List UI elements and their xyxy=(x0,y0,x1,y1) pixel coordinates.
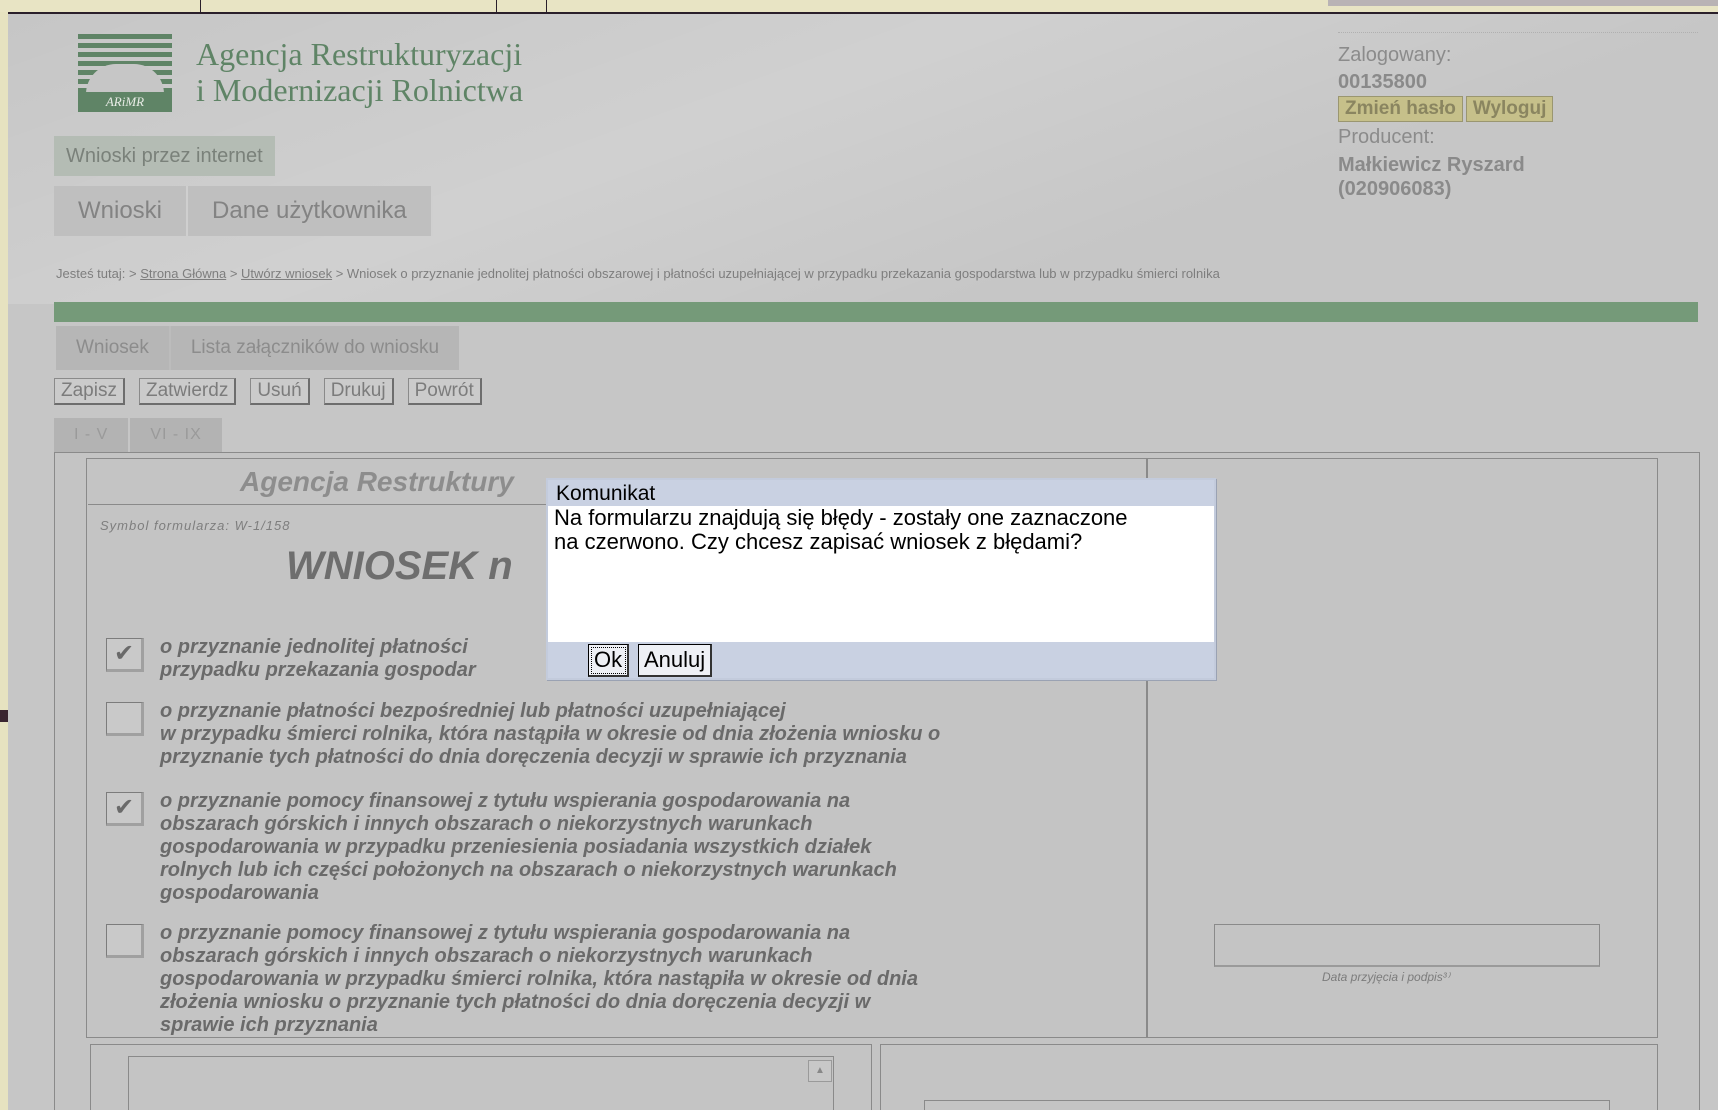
signature-label: Data przyjęcia i podpis³⁾ xyxy=(1322,970,1450,984)
ok-button[interactable]: Ok xyxy=(588,644,630,677)
strip-segment xyxy=(0,0,201,12)
option-2-text: o przyznanie płatności bezpośredniej lub… xyxy=(160,700,941,768)
left-edge-mark xyxy=(0,710,8,722)
divider xyxy=(1338,32,1698,33)
tab-pages-1-5[interactable]: I - V xyxy=(54,418,131,452)
left-edge xyxy=(0,12,8,1110)
agency-name: Agencja Restrukturyzacji i Modernizacji … xyxy=(196,36,523,108)
toolbar: Zapisz Zatwierdz Usuń Drukuj Powrót xyxy=(54,378,496,405)
approve-button[interactable]: Zatwierdz xyxy=(138,378,237,405)
signature-field[interactable] xyxy=(1214,924,1600,967)
option-4-text: o przyznanie pomocy finansowej z tytułu … xyxy=(160,922,918,1036)
option-3-text: o przyznanie pomocy finansowej z tytułu … xyxy=(160,790,897,904)
strip-segment xyxy=(496,0,547,12)
green-bar xyxy=(54,302,1698,322)
change-password-button[interactable]: Zmień hasło xyxy=(1338,96,1463,122)
producer-label: Producent: xyxy=(1338,126,1435,148)
wnioski-przez-internet-link[interactable]: Wnioski przez internet xyxy=(54,136,275,176)
tab-wniosek[interactable]: Wniosek xyxy=(56,326,169,370)
cancel-button[interactable]: Anuluj xyxy=(638,644,713,677)
breadcrumb: Jesteś tutaj: > Strona Główna > Utwórz w… xyxy=(56,266,1220,281)
strip-segment xyxy=(200,0,497,12)
logged-label: Zalogowany: xyxy=(1338,44,1452,66)
login-value: 00135800 xyxy=(1338,71,1427,93)
agency-name-line1: Agencja Restrukturyzacji xyxy=(196,36,523,72)
page-tabs: I - V VI - IX xyxy=(54,418,224,452)
breadcrumb-current: > Wniosek o przyznanie jednolitej płatno… xyxy=(335,266,1220,281)
user-panel: Zalogowany: 00135800 Zmień hasło Wyloguj… xyxy=(1338,44,1554,201)
form-title: WNIOSEK n xyxy=(286,544,513,588)
producer-id: (020906083) xyxy=(1338,178,1452,200)
lower-right-field[interactable] xyxy=(924,1100,1610,1110)
save-button[interactable]: Zapisz xyxy=(54,378,125,405)
browser-top-strip xyxy=(0,0,1718,14)
nav-wnioski[interactable]: Wnioski xyxy=(54,186,189,236)
lower-left-textarea[interactable] xyxy=(128,1056,834,1110)
logo-text: ARiMR xyxy=(78,92,172,112)
option-4-checkbox[interactable] xyxy=(106,924,144,958)
option-1-checkbox[interactable]: ✔ xyxy=(106,638,144,672)
main-nav: Wnioski Dane użytkownika xyxy=(54,186,433,236)
nav-dane-uzytkownika[interactable]: Dane użytkownika xyxy=(188,186,433,236)
breadcrumb-prefix: Jesteś tutaj: > xyxy=(56,266,137,281)
tab-lista-zalacznikow[interactable]: Lista załączników do wniosku xyxy=(170,326,460,370)
form-subtabs: Wniosek Lista załączników do wniosku xyxy=(56,326,460,370)
breadcrumb-home-link[interactable]: Strona Główna xyxy=(140,266,226,281)
page: ARiMR Agencja Restrukturyzacji i Moderni… xyxy=(8,14,1718,1110)
message-dialog: Komunikat Na formularzu znajdują się błę… xyxy=(546,478,1216,680)
delete-button[interactable]: Usuń xyxy=(250,378,310,405)
logout-button[interactable]: Wyloguj xyxy=(1465,96,1554,122)
form-symbol: Symbol formularza: W-1/158 xyxy=(100,518,291,533)
option-3-checkbox[interactable]: ✔ xyxy=(106,792,144,826)
producer-name: Małkiewicz Ryszard xyxy=(1338,154,1525,176)
tab-pages-6-9[interactable]: VI - IX xyxy=(130,418,224,452)
option-2-checkbox[interactable] xyxy=(106,702,144,736)
arimr-logo: ARiMR xyxy=(78,34,172,112)
user-buttons: Zmień hasło Wyloguj xyxy=(1338,96,1554,122)
breadcrumb-create-link[interactable]: Utwórz wniosek xyxy=(241,266,332,281)
dialog-footer: Ok Anuluj xyxy=(548,642,1214,678)
form-header-text: Agencja Restruktury xyxy=(240,466,514,497)
back-button[interactable]: Powrót xyxy=(407,378,482,405)
scroll-up-arrow-icon[interactable]: ▲ xyxy=(808,1060,832,1082)
dialog-title: Komunikat xyxy=(548,480,1214,506)
strip-right xyxy=(1328,0,1718,6)
breadcrumb-sep: > xyxy=(229,266,238,281)
dialog-message: Na formularzu znajdują się błędy - zosta… xyxy=(554,505,1128,554)
agency-name-line2: i Modernizacji Rolnictwa xyxy=(196,72,524,108)
print-button[interactable]: Drukuj xyxy=(323,378,394,405)
